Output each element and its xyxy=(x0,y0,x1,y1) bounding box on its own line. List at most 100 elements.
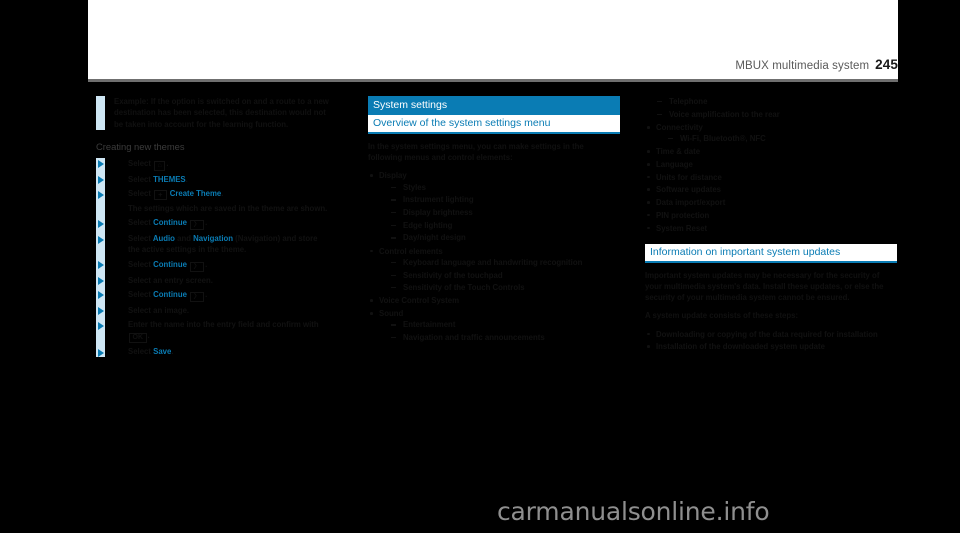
step-suffix: . xyxy=(185,174,188,184)
bullet-icon xyxy=(647,175,650,179)
settings-group-pin-protection: PIN protection xyxy=(645,210,897,221)
triangle-bullet-icon xyxy=(98,190,104,199)
subitem-label: Sensitivity of the Touch Controls xyxy=(403,283,525,293)
step-text: Select an entry screen. xyxy=(128,275,213,285)
section-title-system-updates: Information on important system updates xyxy=(645,243,897,263)
bullet-icon xyxy=(370,299,373,303)
group-label: Sound xyxy=(379,309,404,319)
settings-group-data-import-export: Data import/export xyxy=(645,197,897,208)
settings-subitem-list: Styles Instrument lighting Display brigh… xyxy=(379,182,620,244)
step-text: Select an image. xyxy=(128,305,190,315)
triangle-bullet-icon xyxy=(98,348,104,357)
chevron-right-icon: 〉 xyxy=(190,261,205,272)
dash-bullet-icon xyxy=(391,186,396,188)
group-label: Time & date xyxy=(656,147,701,157)
menu-name-continue: Continue xyxy=(153,289,187,299)
step-suffix: . xyxy=(171,347,174,357)
settings-group-list: Display Styles Instrument lighting Displ… xyxy=(368,170,620,343)
subitem-label: Styles xyxy=(403,182,426,192)
page-header: MBUX multimedia system 245 xyxy=(735,57,898,72)
subitem-label: Wi-Fi, Bluetooth®, NFC xyxy=(680,134,766,144)
dash-bullet-icon xyxy=(391,261,396,264)
bullet-icon xyxy=(647,345,650,348)
subitem-label: Sensitivity of the touchpad xyxy=(403,270,503,280)
left-column: Example: If the option is switched on an… xyxy=(96,96,330,360)
settings-group-control-elements: Control elements Keyboard language and h… xyxy=(368,246,620,294)
manual-page: MBUX multimedia system 245 Example: If th… xyxy=(0,0,960,533)
list-item: Downloading or copying of the data requi… xyxy=(645,329,897,340)
settings-group-display: Display Styles Instrument lighting Displ… xyxy=(368,170,620,243)
step-item: Select Save. xyxy=(98,346,330,357)
step-item: Select Audio and Navigation (Navigation)… xyxy=(98,233,330,255)
menu-name-save: Save xyxy=(153,347,172,357)
settings-group-language: Language xyxy=(645,159,897,170)
note-accent-bar xyxy=(96,96,105,131)
list-item: Installation of the downloaded system up… xyxy=(645,341,897,352)
step-item: Select an image. xyxy=(98,305,330,316)
bullet-icon xyxy=(647,150,650,153)
triangle-bullet-icon xyxy=(98,235,104,244)
settings-group-list-continued: Connectivity Wi-Fi, Bluetooth®, NFC Time… xyxy=(645,122,897,234)
list-item: Day/night design xyxy=(379,232,620,243)
step-suffix: . xyxy=(221,189,224,199)
settings-subitem-list: Entertainment Navigation and traffic ann… xyxy=(379,319,620,343)
step-suffix: . xyxy=(205,259,208,269)
page-number: 245 xyxy=(875,57,898,72)
step-item: Select ⌂. xyxy=(98,158,330,171)
step-text: Select xyxy=(128,234,153,244)
section-title-system-settings: System settings xyxy=(368,96,620,115)
settings-group-time-date: Time & date xyxy=(645,146,897,157)
group-label: Control elements xyxy=(379,246,443,256)
triangle-bullet-icon xyxy=(98,277,104,286)
group-label: Units for distance xyxy=(656,172,722,182)
middle-column: System settings Overview of the system s… xyxy=(368,96,620,345)
bullet-icon xyxy=(647,226,650,230)
triangle-bullet-icon xyxy=(98,291,104,300)
chevron-right-icon: 〉 xyxy=(190,220,205,231)
step-suffix: . xyxy=(205,289,208,299)
chevron-right-icon: 〉 xyxy=(190,291,205,302)
step-text: Select xyxy=(128,189,154,199)
section-heading-creating-themes: Creating new themes xyxy=(96,141,185,153)
update-step-label: Downloading or copying of the data requi… xyxy=(656,329,878,339)
bullet-icon xyxy=(647,213,650,217)
step-text: Enter the name into the entry field and … xyxy=(128,320,319,330)
step-suffix: . xyxy=(205,218,208,228)
note-text: Example: If the option is switched on an… xyxy=(114,97,329,129)
plus-icon: + xyxy=(154,190,167,201)
list-item: Edge lighting xyxy=(379,220,620,231)
step-continuation: The settings which are saved in the them… xyxy=(128,204,328,214)
dash-bullet-icon xyxy=(391,212,396,214)
triangle-bullet-icon xyxy=(98,321,104,330)
step-text: Select xyxy=(128,174,154,184)
bullet-icon xyxy=(647,332,650,336)
subitem-label: Display brightness xyxy=(403,208,473,218)
step-mid: and xyxy=(174,234,194,244)
intro-paragraph: In the system settings menu, you can mak… xyxy=(368,142,584,163)
step-item: Select THEMES. xyxy=(98,174,330,185)
triangle-bullet-icon xyxy=(98,307,104,316)
subitem-label: Day/night design xyxy=(403,233,466,243)
dash-bullet-icon xyxy=(391,287,396,289)
header-title: MBUX multimedia system xyxy=(735,60,870,72)
header-divider xyxy=(88,79,898,82)
example-note: Example: If the option is switched on an… xyxy=(96,96,330,131)
list-item: Styles xyxy=(379,182,620,193)
subitem-label: Edge lighting xyxy=(403,220,453,230)
group-label: Language xyxy=(656,160,693,170)
step-suffix: . xyxy=(147,331,150,341)
step-text: Select xyxy=(128,218,154,228)
dash-bullet-icon xyxy=(391,237,396,239)
bullet-icon xyxy=(370,249,373,253)
settings-group-system-reset: System Reset xyxy=(645,223,897,234)
dash-bullet-icon xyxy=(668,138,673,140)
menu-name-continue: Continue xyxy=(153,259,187,269)
subitem-label: Telephone xyxy=(669,97,708,106)
step-suffix: . xyxy=(166,158,169,168)
bullet-icon xyxy=(370,174,373,177)
update-step-label: Installation of the downloaded system up… xyxy=(656,342,825,352)
group-label: Display xyxy=(379,171,407,181)
dash-bullet-icon xyxy=(391,199,396,201)
list-item: Keyboard language and handwriting recogn… xyxy=(379,257,620,268)
step-item: Select Continue 〉. xyxy=(98,259,330,272)
